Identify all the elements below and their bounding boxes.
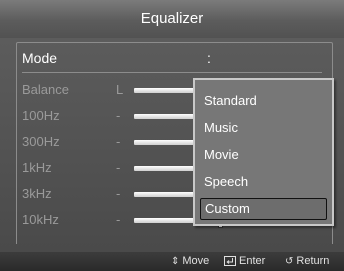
mode-row[interactable]: Mode : [22,46,322,70]
equalizer-screen: Equalizer Mode : Balance L R 100Hz - + 3… [0,0,344,271]
dropdown-option-music[interactable]: Music [200,117,327,139]
mode-separator: : [207,50,211,66]
eq-label: 10kHz [22,212,59,227]
dropdown-option-custom[interactable]: Custom [200,198,327,220]
eq-label: 3kHz [22,186,52,201]
eq-left-marker: - [116,108,121,123]
move-hint-label: Move [182,255,210,267]
mode-dropdown[interactable]: Standard Music Movie Speech Custom [193,78,334,226]
eq-left-marker: - [116,160,121,175]
eq-left-marker: - [116,134,121,149]
eq-label: Balance [22,82,69,97]
move-hint: ⇕ Move [171,252,209,271]
eq-left-marker: L [116,82,124,97]
return-hint: ↺ Return [285,252,329,271]
window-title: Equalizer [0,0,344,38]
eq-left-marker: - [116,186,121,201]
eq-label: 1kHz [22,160,52,175]
eq-label: 100Hz [22,108,60,123]
enter-hint: Enter [224,252,265,271]
mode-divider [22,72,322,73]
dropdown-option-speech[interactable]: Speech [200,171,327,193]
footer-hint-bar: ⇕ Move Enter ↺ Return [0,252,344,271]
dropdown-option-standard[interactable]: Standard [200,90,327,112]
enter-icon [224,256,236,267]
return-icon: ↺ [285,256,294,267]
eq-label: 300Hz [22,134,60,149]
eq-left-marker: - [116,212,121,227]
updown-arrow-icon: ⇕ [171,256,180,267]
equalizer-panel: Mode : Balance L R 100Hz - + 300Hz - + 1… [0,38,344,252]
return-hint-label: Return [296,255,330,267]
enter-hint-label: Enter [239,255,266,267]
mode-label: Mode [22,50,58,66]
dropdown-option-movie[interactable]: Movie [200,144,327,166]
